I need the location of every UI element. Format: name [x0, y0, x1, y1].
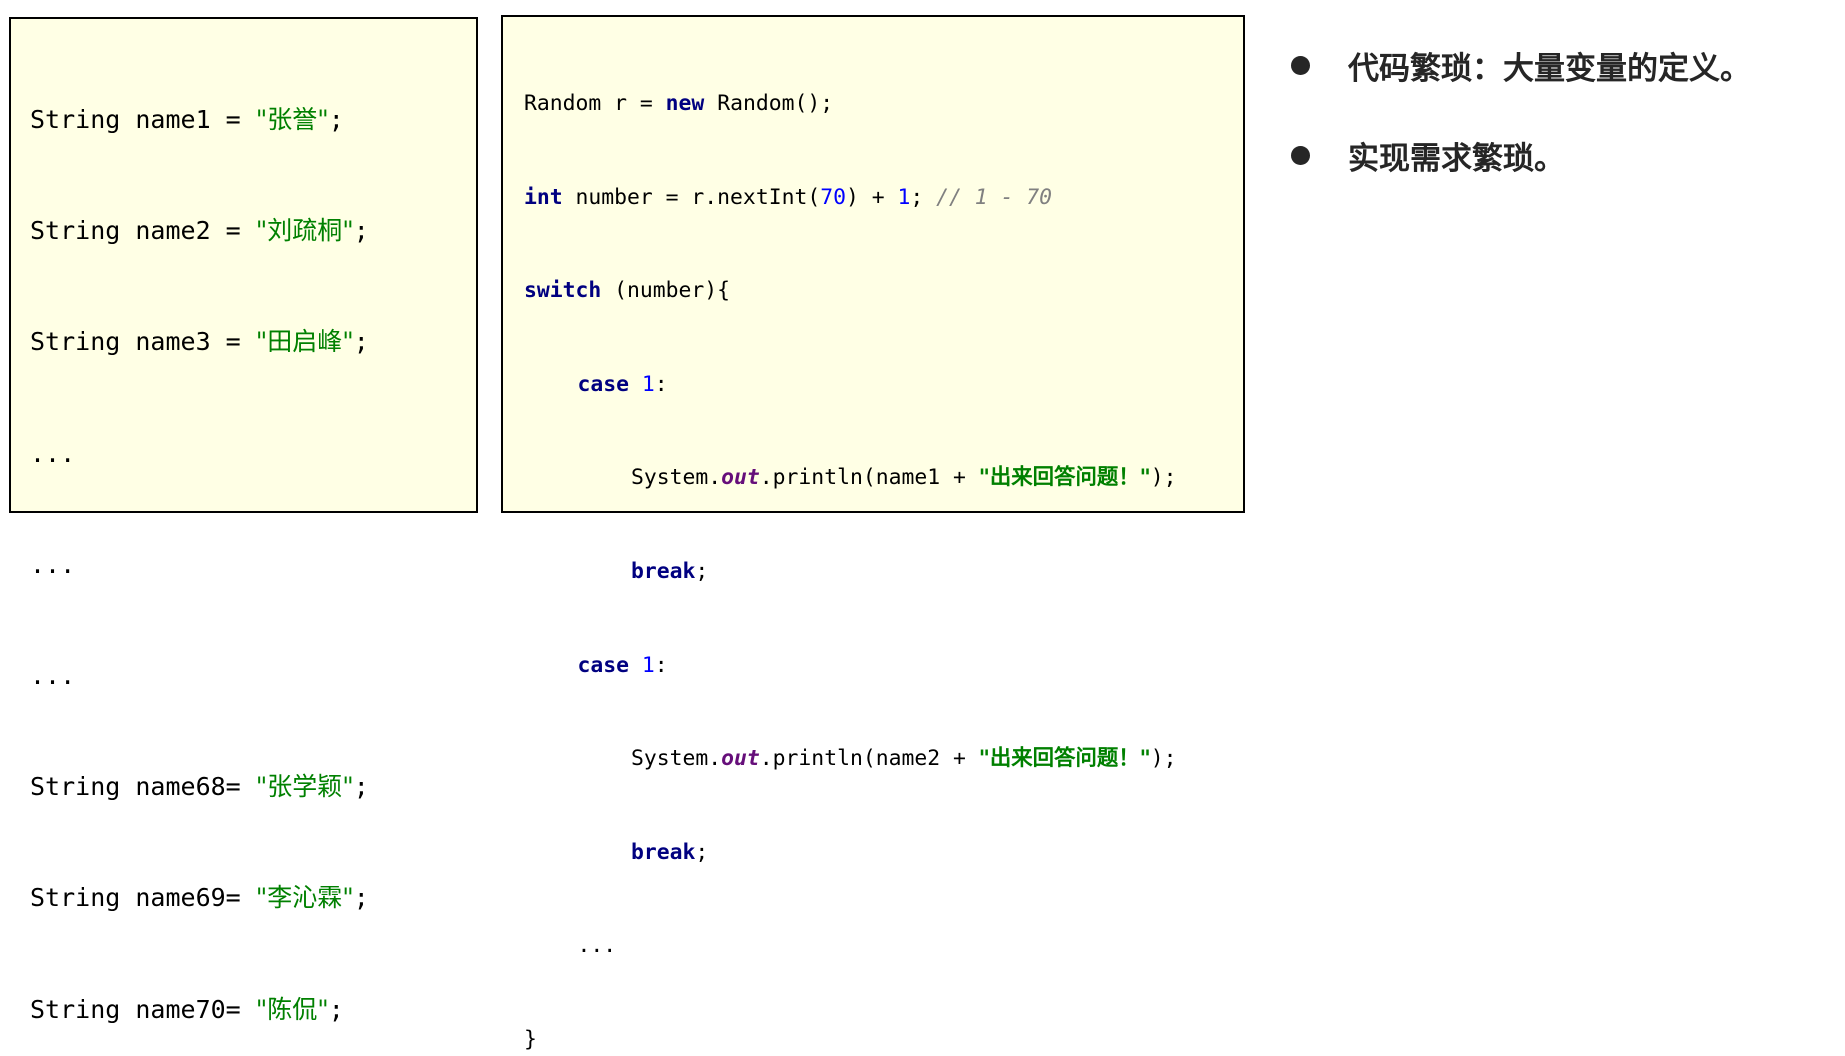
code-line-println: System.out.println(name2 + "出来回答问题！");	[524, 739, 1243, 783]
code-text: String name1 =	[30, 105, 256, 134]
code-text: .println(name2 +	[759, 746, 979, 772]
code-line-number: int number = r.nextInt(70) + 1; // 1 - 7…	[524, 178, 1243, 222]
static-field: out	[721, 746, 760, 772]
code-text: .println(name1 +	[759, 465, 979, 491]
code-text: Random();	[704, 91, 834, 116]
code-text: ;	[353, 883, 369, 913]
code-comment: // 1 - 70	[936, 184, 1053, 210]
bullet-text: 实现需求繁琐。	[1348, 140, 1565, 177]
string-literal: "陈侃"	[255, 994, 329, 1024]
keyword: case	[577, 371, 630, 397]
string-literal: "出来回答问题！"	[978, 465, 1151, 491]
code-line-switch: switch (number){	[524, 271, 1243, 315]
code-line-ellipsis: ...	[30, 431, 476, 484]
number-literal: 70	[820, 184, 846, 210]
bullet-dot-icon	[1291, 55, 1310, 75]
string-literal: "刘疏桐"	[255, 216, 354, 246]
static-field: out	[721, 465, 760, 491]
string-literal: "张学颖"	[255, 772, 354, 802]
bullet-list: 代码繁琐：大量变量的定义。 实现需求繁琐。	[1290, 40, 1845, 220]
string-literal: "出来回答问题！"	[978, 746, 1151, 772]
bullet-dot-icon	[1291, 145, 1310, 165]
code-text: ;	[910, 184, 937, 210]
code-line-ellipsis: ...	[30, 653, 476, 706]
code-text: ;	[695, 558, 709, 584]
code-text: String name70=	[30, 994, 256, 1024]
code-line-case: case 1:	[524, 365, 1243, 409]
bullet-item: 代码繁琐：大量变量的定义。	[1290, 40, 1845, 90]
code-line-case: case 1:	[524, 646, 1243, 690]
string-literal: "张誉"	[255, 105, 329, 134]
code-line-name68: String name68= "张学颖";	[30, 764, 476, 817]
code-text: ;	[353, 327, 369, 357]
number-literal: 1	[897, 184, 911, 210]
ellipsis: ...	[30, 549, 76, 579]
code-text: );	[1150, 465, 1177, 491]
bullet-text: 代码繁琐：大量变量的定义。	[1348, 50, 1751, 87]
code-line-break: break;	[524, 552, 1243, 596]
bullet-item: 实现需求繁琐。	[1290, 130, 1845, 180]
code-text: :	[654, 652, 668, 678]
code-text: ;	[328, 105, 344, 134]
code-text: String name68=	[30, 772, 256, 802]
code-line-name69: String name69= "李沁霖";	[30, 875, 476, 928]
code-text: ;	[695, 839, 709, 865]
ellipsis: ...	[577, 933, 617, 959]
string-literal: "田启峰"	[255, 327, 354, 357]
code-line-close-brace: }	[524, 1020, 1243, 1056]
code-text: }	[524, 1026, 537, 1052]
code-text: String name3 =	[30, 327, 256, 357]
switch-code-block: Random r = new Random(); int number = r.…	[501, 15, 1245, 1052]
code-line-random: Random r = new Random();	[524, 84, 1243, 128]
code-text: ) +	[845, 184, 898, 210]
string-literal: "李沁霖"	[255, 883, 354, 913]
code-text: String name2 =	[30, 216, 256, 246]
code-line-name2: String name2 = "刘疏桐";	[30, 208, 476, 261]
code-line-name1: String name1 = "张誉";	[30, 97, 476, 150]
code-text: :	[654, 371, 668, 397]
keyword: break	[631, 839, 696, 865]
keyword: switch	[524, 278, 602, 304]
code-line-break: break;	[524, 833, 1243, 877]
keyword: case	[577, 652, 630, 678]
number-literal: 1	[641, 652, 655, 678]
keyword: new	[665, 91, 705, 116]
ellipsis: ...	[30, 660, 76, 690]
code-line-ellipsis: ...	[524, 926, 1243, 970]
code-text: ;	[353, 216, 369, 246]
code-line-println: System.out.println(name1 + "出来回答问题！");	[524, 458, 1243, 502]
code-text: String name69=	[30, 883, 256, 913]
code-text: System.	[631, 746, 722, 772]
keyword: int	[524, 184, 563, 210]
number-literal: 1	[641, 371, 655, 397]
code-line-name70: String name70= "陈侃";	[30, 987, 476, 1040]
code-text: );	[1150, 746, 1177, 772]
code-text: ;	[353, 772, 369, 802]
names-code-block: String name1 = "张誉"; String name2 = "刘疏桐…	[9, 17, 478, 1024]
code-line-name3: String name3 = "田启峰";	[30, 319, 476, 372]
code-text: ;	[328, 994, 344, 1024]
code-text: (number){	[601, 278, 731, 304]
keyword: break	[631, 558, 696, 584]
code-text: System.	[631, 465, 722, 491]
code-line-ellipsis: ...	[30, 542, 476, 595]
code-text: Random r =	[524, 91, 666, 116]
code-text: number = r.nextInt(	[562, 184, 821, 210]
ellipsis: ...	[30, 438, 76, 468]
